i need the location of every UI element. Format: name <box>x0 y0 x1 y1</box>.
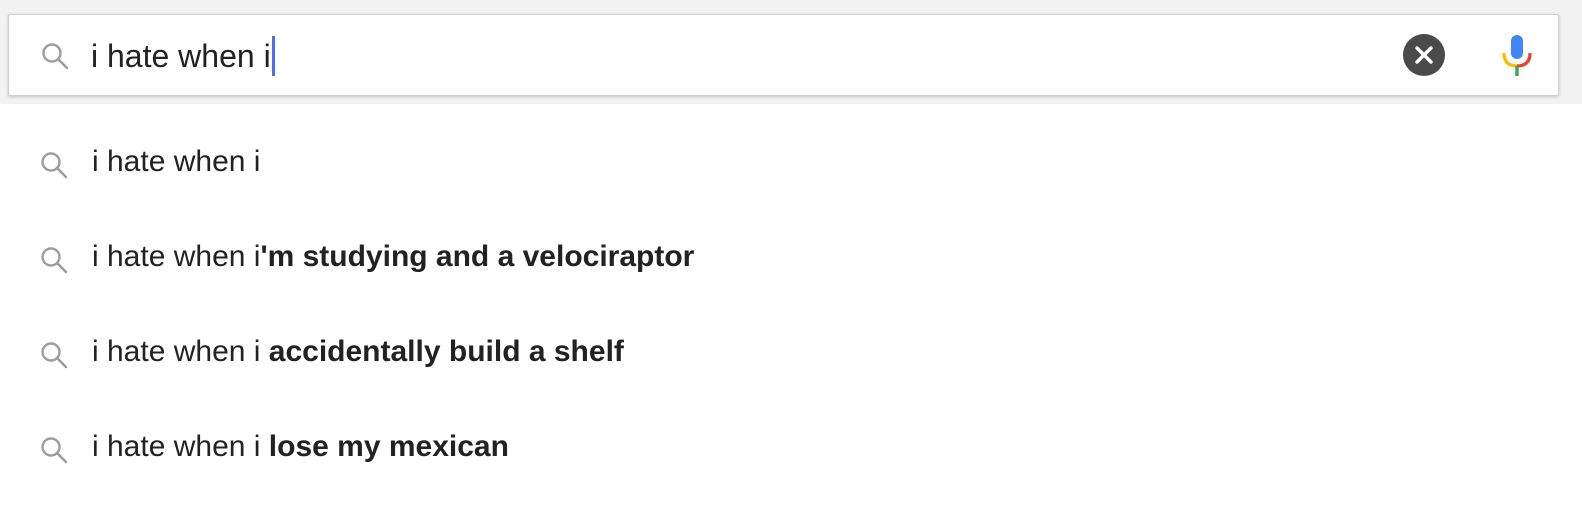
voice-search-button[interactable] <box>1495 33 1539 79</box>
search-icon <box>38 434 70 466</box>
suggestion-completion-text: accidentally build a shelf <box>268 335 624 368</box>
search-bar: i hate when i <box>8 14 1559 96</box>
search-icon <box>38 149 70 181</box>
suggestion-typed-text: i hate when i <box>92 335 269 368</box>
suggestion-text: i hate when i <box>92 145 260 179</box>
search-input-text: i hate when i <box>91 37 271 74</box>
suggestion-item[interactable]: i hate when i'm studying and a velocirap… <box>0 220 1582 315</box>
search-icon <box>38 339 70 371</box>
search-icon <box>38 244 70 276</box>
suggestion-item[interactable]: i hate when i accidentally build a shelf <box>0 315 1582 410</box>
search-input[interactable]: i hate when i <box>91 33 275 79</box>
suggestion-completion-text: lose my mexican <box>268 430 509 463</box>
suggestion-typed-text: i hate when i <box>92 240 261 273</box>
search-icon <box>39 40 71 72</box>
suggestion-completion-text: 'm studying and a velociraptor <box>260 240 695 273</box>
suggestion-text: i hate when i'm studying and a velocirap… <box>92 240 694 274</box>
mic-icon <box>1502 35 1532 76</box>
clear-button[interactable] <box>1403 34 1445 76</box>
text-caret <box>271 36 275 76</box>
close-icon <box>1415 46 1433 64</box>
suggestion-typed-text: i hate when i <box>92 145 261 178</box>
suggestion-item[interactable]: i hate when i lose my mexican <box>0 410 1582 505</box>
suggestion-item[interactable]: i hate when i <box>0 104 1582 220</box>
suggestion-typed-text: i hate when i <box>92 430 269 463</box>
suggestion-list: i hate when i i hate when i'm studying a… <box>0 104 1582 505</box>
suggestion-text: i hate when i accidentally build a shelf <box>92 335 624 369</box>
suggestion-text: i hate when i lose my mexican <box>92 430 509 464</box>
